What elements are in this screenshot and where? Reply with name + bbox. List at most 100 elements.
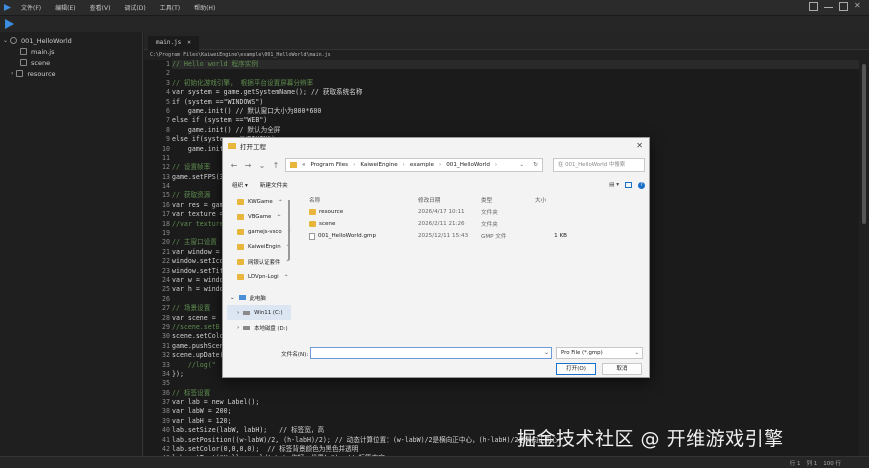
menu-help[interactable]: 帮助(H) <box>187 3 222 12</box>
nav-pinned-folder[interactable]: gamejs-vsco⌖ <box>227 224 291 239</box>
menu-tools[interactable]: 工具(T) <box>153 3 187 12</box>
preview-pane-icon[interactable] <box>625 182 632 188</box>
run-icon[interactable] <box>5 19 14 29</box>
scrollbar-thumb[interactable] <box>862 64 866 224</box>
breadcrumb-example[interactable]: example <box>410 162 434 168</box>
line-number: 11 <box>162 153 170 162</box>
nav-pinned-folder[interactable]: KWGame ⌖ <box>227 194 291 209</box>
dialog-title: 打开工程 <box>240 142 266 151</box>
chevron-down-icon[interactable]: ⌄ <box>544 349 549 356</box>
nav-pinned-folder[interactable]: LDVpn-Logi ⌖ <box>227 269 291 284</box>
nav-item-label: Win11 (C:) <box>254 309 283 316</box>
line-number: 25 <box>162 285 170 294</box>
maximize-icon[interactable] <box>839 2 848 11</box>
nav-pinned-folder[interactable]: VBGame ⌖ <box>227 209 291 224</box>
code-line[interactable]: game.init() // 默认为全屏 <box>172 126 859 135</box>
nav-drive[interactable]: › 本地磁盘 (D:) <box>227 320 291 335</box>
line-number: 42 <box>162 445 170 454</box>
chevron-down-icon: ⌄ <box>3 37 9 44</box>
code-line[interactable]: // 初始化游戏引擎， 根据平台设置屏幕分辨率 <box>172 79 859 88</box>
code-line[interactable]: game.init() // 默认窗口大小为800*600 <box>172 107 859 116</box>
file-type-filter[interactable]: Pro File (*.gmp) ⌄ <box>556 347 643 359</box>
code-line[interactable]: var system = game.getSystemName(); // 获取… <box>172 88 859 97</box>
breadcrumb-program-files[interactable]: Program Files <box>310 162 348 168</box>
code-line[interactable]: var lab = new Label(); <box>172 398 859 407</box>
file-name-cell: resource <box>305 209 418 215</box>
nav-pane-scrollbar[interactable] <box>287 194 291 342</box>
nav-drive[interactable]: › Win11 (C:) <box>227 305 291 320</box>
refresh-icon[interactable]: ↻ <box>533 162 538 168</box>
file-name: 001_HelloWorld.gmp <box>318 233 377 239</box>
line-number: 15 <box>162 191 170 200</box>
line-number: 39 <box>162 416 170 425</box>
address-bar[interactable]: « Program Files › KaiweiEngine › example… <box>285 158 543 172</box>
nav-pinned-folder[interactable]: 网银认证套件 ⌖ <box>227 254 291 269</box>
folder-icon <box>237 258 244 265</box>
code-line[interactable]: else if (system =="WEB") <box>172 116 859 125</box>
close-icon[interactable]: ✕ <box>636 141 643 150</box>
column-name[interactable]: 名称 <box>305 196 418 204</box>
file-row[interactable]: resource 2026/4/17 10:11 文件夹 <box>305 206 645 218</box>
code-line[interactable]: var labW = 200; <box>172 407 859 416</box>
menu-debug[interactable]: 调试(D) <box>117 3 152 12</box>
folder-icon <box>16 70 24 77</box>
menu-file[interactable]: 文件(F) <box>14 3 48 12</box>
open-button[interactable]: 打开(O) <box>556 363 596 375</box>
filename-input[interactable] <box>310 347 552 359</box>
folder-icon <box>309 221 316 227</box>
line-number: 28 <box>162 313 170 322</box>
project-tree: ⌄ 001_HelloWorld main.js scene › resourc… <box>0 32 143 456</box>
address-overflow[interactable]: « <box>302 162 305 168</box>
breadcrumb-kaiweiengine[interactable]: KaiweiEngine <box>360 162 397 168</box>
line-number: 17 <box>162 210 170 219</box>
menu-edit[interactable]: 编辑(E) <box>48 3 82 12</box>
nav-item-label: 本地磁盘 (D:) <box>254 325 288 332</box>
code-line[interactable]: // Hello world 程序实例 <box>172 60 859 70</box>
layout-icon[interactable] <box>809 2 818 11</box>
line-number: 14 <box>162 182 170 191</box>
chevron-right-icon: › <box>237 309 240 316</box>
nav-this-pc[interactable]: ⌄ 此电脑 <box>227 290 291 305</box>
dialog-titlebar: 打开工程 <box>223 138 649 153</box>
scrollbar-thumb[interactable] <box>288 200 290 260</box>
breadcrumb-separator: › <box>438 162 442 168</box>
file-row[interactable]: 001_HelloWorld.gmp 2025/12/11 15:43 GMP 文件… <box>305 230 645 242</box>
view-options-icon[interactable]: ▤ ▾ <box>609 182 619 188</box>
tree-item-scene[interactable]: scene <box>0 57 142 68</box>
code-line[interactable] <box>172 69 859 78</box>
back-icon[interactable]: ← <box>227 161 241 170</box>
new-folder-button[interactable]: 新建文件夹 <box>260 181 288 189</box>
help-icon[interactable]: ? <box>638 181 645 189</box>
tab-close-icon[interactable]: × <box>187 36 191 50</box>
search-input[interactable]: 在 001_HelloWorld 中搜索 <box>553 158 645 172</box>
filter-label: Pro File (*.gmp) <box>561 350 603 356</box>
column-size[interactable]: 大小 <box>535 196 595 204</box>
tree-item-main-js[interactable]: main.js <box>0 46 142 57</box>
chevron-down-icon: ⌄ <box>230 294 235 301</box>
file-row[interactable]: scene 2026/2/11 21:26 文件夹 <box>305 218 645 230</box>
cancel-button[interactable]: 取消 <box>602 363 642 375</box>
chevron-down-icon[interactable]: ⌄ <box>519 162 524 168</box>
close-icon[interactable]: ✕ <box>854 2 863 11</box>
breadcrumb-001-helloworld[interactable]: 001_HelloWorld <box>446 162 490 168</box>
code-line[interactable] <box>172 379 859 388</box>
editor-scrollbar[interactable] <box>859 60 869 456</box>
tree-project-label: 001_HelloWorld <box>21 36 72 45</box>
tab-main-js[interactable]: main.js × <box>148 36 199 50</box>
menu-view[interactable]: 查看(V) <box>83 3 118 12</box>
chevron-down-icon[interactable]: ⌄ <box>255 161 269 170</box>
forward-icon[interactable]: → <box>241 161 255 170</box>
tree-project-root[interactable]: ⌄ 001_HelloWorld <box>0 35 142 46</box>
code-line[interactable]: if (system =="WINDOWS") <box>172 98 859 107</box>
up-icon[interactable]: ↑ <box>269 161 283 170</box>
minimize-icon[interactable] <box>824 2 833 8</box>
chevron-right-icon: › <box>237 324 240 331</box>
tree-item-resource[interactable]: › resource <box>0 68 142 79</box>
code-line[interactable]: // 标签设置 <box>172 389 859 398</box>
nav-pinned-folder[interactable]: KaiweiEngin⌖ <box>227 239 291 254</box>
organize-button[interactable]: 组织 ▾ <box>232 181 248 189</box>
column-type[interactable]: 类型 <box>481 196 535 204</box>
line-number: 26 <box>162 294 170 303</box>
line-number: 31 <box>162 341 170 350</box>
column-date[interactable]: 修改日期 <box>418 196 481 204</box>
